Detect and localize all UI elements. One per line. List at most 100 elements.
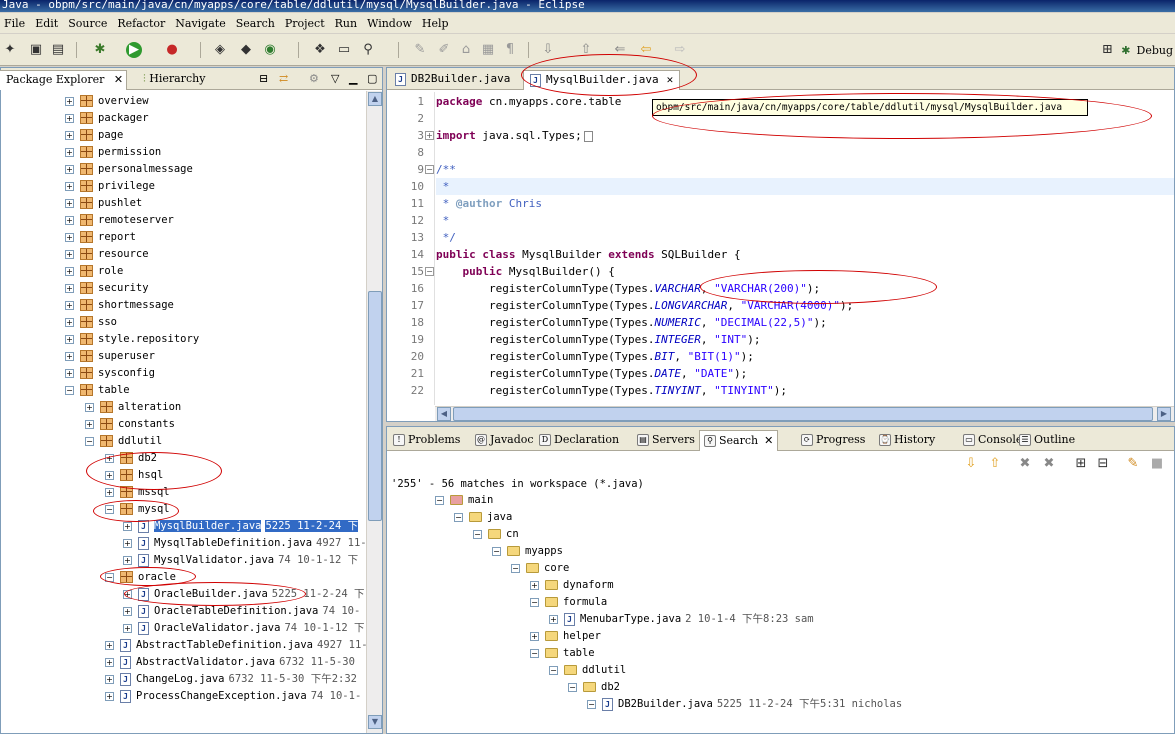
package-node[interactable]: + shortmessage <box>65 297 174 314</box>
link-with-editor-icon[interactable]: ⇄ <box>273 70 294 90</box>
code-line[interactable]: /** <box>436 161 456 178</box>
show-whitespace-icon[interactable]: ¶ <box>502 42 518 58</box>
editor-tab[interactable]: J DB2Builder.java <box>389 70 516 90</box>
expand-icon[interactable]: + <box>105 674 114 684</box>
package-node[interactable]: − table <box>65 382 130 399</box>
collapse-icon[interactable]: − <box>492 546 501 556</box>
expand-icon[interactable]: + <box>65 147 74 157</box>
expand-icon[interactable]: + <box>65 249 74 259</box>
code-line[interactable]: registerColumnType(Types.DATE, "DATE"); <box>436 365 747 382</box>
package-node[interactable]: + privilege <box>65 178 155 195</box>
open-type-icon[interactable]: ❖ <box>312 42 328 58</box>
expand-icon[interactable]: + <box>65 215 74 225</box>
tab-search[interactable]: ⚲ Search ✕ <box>699 430 779 451</box>
package-node[interactable]: + packager <box>65 110 149 127</box>
package-node[interactable]: + page <box>65 127 123 144</box>
package-node[interactable]: + personalmessage <box>65 161 193 178</box>
collapse-icon[interactable]: − <box>568 682 577 692</box>
forward-icon[interactable]: ⇨ <box>672 42 688 58</box>
editor-scroll-thumb[interactable] <box>453 407 1153 421</box>
menu-search[interactable]: Search <box>232 17 281 30</box>
java-file-node[interactable]: + J AbstractTableDefinition.java 4927 11- <box>105 637 366 654</box>
print-icon[interactable]: ▤ <box>50 42 66 58</box>
search-result-node[interactable]: + J MenubarType.java 2 10-1-4 下午8:23 sam <box>549 611 814 628</box>
expand-icon[interactable]: + <box>123 521 132 531</box>
tab-servers[interactable]: ▤ Servers <box>633 430 699 451</box>
expand-icon[interactable]: + <box>123 606 132 616</box>
tab-problems[interactable]: ! Problems <box>389 430 464 451</box>
expand-icon[interactable]: + <box>65 96 74 106</box>
cancel-search-icon[interactable]: ■ <box>1149 456 1165 472</box>
editor-tab[interactable]: J MysqlBuilder.java ✕ <box>523 70 681 90</box>
expand-all-icon[interactable]: ⊞ <box>1073 456 1089 472</box>
expand-icon[interactable]: + <box>65 113 74 123</box>
code-line[interactable]: * <box>436 178 1174 195</box>
folded-region-marker[interactable] <box>583 130 593 142</box>
maximize-icon[interactable]: ▢ <box>361 70 383 90</box>
tab-progress[interactable]: ⟳ Progress <box>797 430 869 451</box>
collapse-icon[interactable]: − <box>105 504 114 514</box>
code-line[interactable]: public class MysqlBuilder extends SQLBui… <box>436 246 741 263</box>
scroll-thumb[interactable] <box>368 291 382 521</box>
scroll-right-icon[interactable]: ▶ <box>1157 407 1171 421</box>
collapse-icon[interactable]: − <box>473 529 482 539</box>
java-file-node[interactable]: + J OracleBuilder.java 5225 11-2-24 下 <box>123 586 364 603</box>
back-icon[interactable]: ⇦ <box>638 42 654 58</box>
expand-icon[interactable]: + <box>65 232 74 242</box>
debug-icon[interactable]: ✱ <box>92 42 108 58</box>
collapse-all-icon[interactable]: ⊟ <box>253 70 274 90</box>
open-folder-icon[interactable]: ▭ <box>336 42 352 58</box>
highlight-icon[interactable]: ✐ <box>436 42 452 58</box>
next-match-icon[interactable]: ⇩ <box>963 456 979 472</box>
code-line[interactable]: registerColumnType(Types.BIT, "BIT(1)"); <box>436 348 754 365</box>
expand-icon[interactable]: + <box>65 351 74 361</box>
expand-icon[interactable]: + <box>85 419 94 429</box>
last-edit-icon[interactable]: ⇐ <box>612 42 628 58</box>
next-annotation-icon[interactable]: ⇩ <box>540 42 556 58</box>
collapse-icon[interactable]: − <box>65 385 74 395</box>
close-icon[interactable]: ✕ <box>764 434 773 447</box>
expand-icon[interactable]: + <box>65 368 74 378</box>
external-tools-icon[interactable]: ● <box>164 42 180 58</box>
code-line[interactable]: registerColumnType(Types.INTEGER, "INT")… <box>436 331 761 348</box>
expand-icon[interactable]: + <box>123 623 132 633</box>
tab-declaration[interactable]: D Declaration <box>535 430 623 451</box>
expand-icon[interactable]: + <box>425 131 434 140</box>
previous-annotation-icon[interactable]: ⇧ <box>578 42 594 58</box>
search-result-node[interactable]: + helper <box>530 628 601 645</box>
java-file-node[interactable]: + J AbstractValidator.java 6732 11-5-30 <box>105 654 355 671</box>
package-node[interactable]: − mysql <box>105 501 170 518</box>
remove-all-matches-icon[interactable]: ✖ <box>1041 456 1057 472</box>
run-icon[interactable]: ▶ <box>126 42 142 58</box>
package-node[interactable]: + overview <box>65 93 149 110</box>
package-tree-scrollbar[interactable]: ▲ ▼ <box>366 91 382 733</box>
menu-edit[interactable]: Edit <box>31 17 64 30</box>
java-file-node[interactable]: + J ProcessChangeException.java 74 10-1- <box>105 688 361 705</box>
scroll-left-icon[interactable]: ◀ <box>437 407 451 421</box>
code-line[interactable]: * @author Chris <box>436 195 542 212</box>
collapse-icon[interactable]: − <box>425 267 434 276</box>
collapse-icon[interactable]: − <box>587 699 596 709</box>
package-node[interactable]: + remoteserver <box>65 212 174 229</box>
package-node[interactable]: + mssql <box>105 484 170 501</box>
package-node[interactable]: + constants <box>85 416 175 433</box>
save-icon[interactable]: ▣ <box>28 42 44 58</box>
menu-project[interactable]: Project <box>281 17 331 30</box>
new-java-project-icon[interactable]: ◈ <box>212 42 228 58</box>
expand-icon[interactable]: + <box>65 198 74 208</box>
expand-icon[interactable]: + <box>105 487 114 497</box>
code-line[interactable]: registerColumnType(Types.TINYINT, "TINYI… <box>436 382 787 399</box>
collapse-all-results-icon[interactable]: ⊟ <box>1095 456 1111 472</box>
debug-perspective-label[interactable]: Debug <box>1137 44 1174 57</box>
search-result-node[interactable]: − table <box>530 645 595 662</box>
collapse-icon[interactable]: − <box>85 436 94 446</box>
collapse-icon[interactable]: − <box>530 648 539 658</box>
java-file-node[interactable]: + J ChangeLog.java 6732 11-5-30 下午2:32 <box>105 671 357 688</box>
package-node[interactable]: + style.repository <box>65 331 199 348</box>
tab-history[interactable]: ⌚ History <box>875 430 939 451</box>
collapse-icon[interactable]: − <box>511 563 520 573</box>
package-node[interactable]: + report <box>65 229 136 246</box>
view-menu-icon[interactable]: ⚙ <box>303 70 325 90</box>
new-class-icon[interactable]: ◉ <box>262 42 278 58</box>
expand-icon[interactable]: + <box>105 640 114 650</box>
